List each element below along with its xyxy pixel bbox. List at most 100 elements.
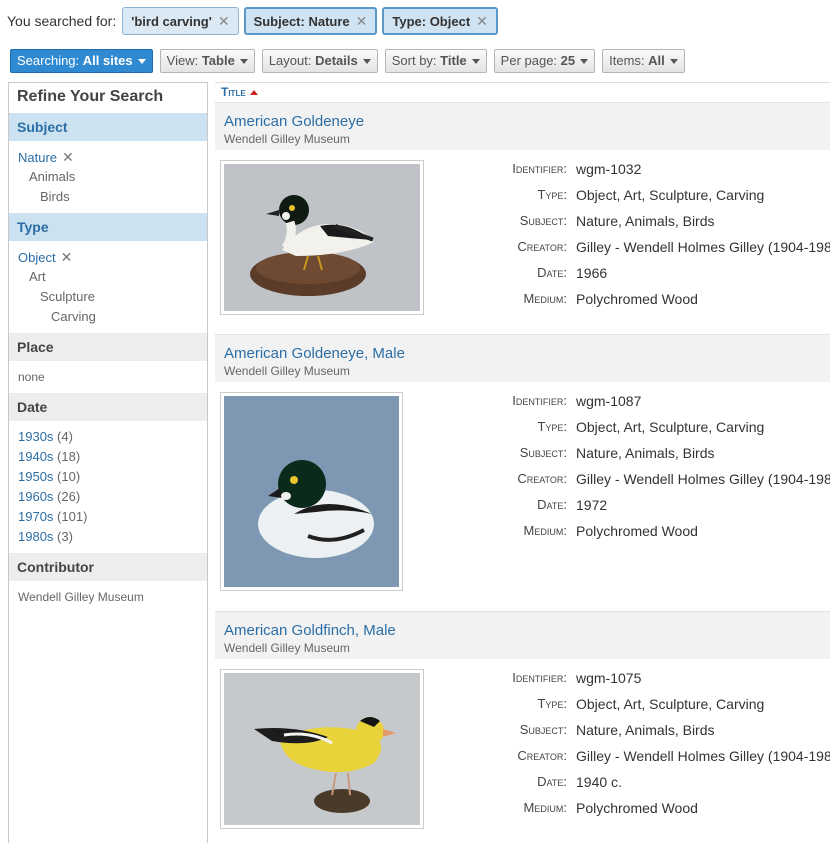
field-label: Date: — [537, 265, 567, 280]
result-row: American Goldfinch, Male Wendell Gilley … — [215, 611, 830, 831]
field-medium: Polychromed Wood — [576, 291, 698, 307]
chip-subject[interactable]: Subject: Nature ✕ — [243, 7, 378, 35]
facet-contributor-heading: Contributor — [9, 553, 207, 581]
facet-place-value: none — [18, 370, 45, 384]
sort-dropdown[interactable]: Sort by: Title — [384, 49, 487, 73]
facet-type-child[interactable]: Carving — [18, 307, 207, 327]
facet-subject-child[interactable]: Animals — [18, 167, 207, 187]
close-icon[interactable]: ✕ — [218, 13, 230, 30]
dropdown-prefix: Searching: — [17, 53, 80, 68]
field-subject: Nature, Animals, Birds — [576, 445, 715, 461]
dropdown-prefix: View: — [166, 53, 199, 68]
result-header: American Goldfinch, Male Wendell Gilley … — [215, 611, 830, 659]
facet-count: (4) — [57, 429, 73, 444]
searching-dropdown[interactable]: Searching: All sites — [10, 49, 153, 73]
facet-date-item[interactable]: 1970s (101) — [18, 507, 207, 527]
field-identifier: wgm-1075 — [576, 670, 642, 686]
close-icon[interactable]: ✕ — [476, 13, 488, 30]
facet-date-item[interactable]: 1950s (10) — [18, 467, 207, 487]
caret-down-icon — [580, 59, 589, 65]
facet-subject-child[interactable]: Birds — [18, 187, 207, 207]
result-thumbnail[interactable] — [220, 160, 424, 315]
field-creator: Gilley - Wendell Holmes Gilley (1904-198… — [576, 471, 830, 487]
result-title-link[interactable]: American Goldeneye — [224, 103, 830, 131]
per-page-dropdown[interactable]: Per page: 25 — [493, 49, 596, 73]
title-column-header[interactable]: Title — [215, 82, 830, 103]
facet-link-label: 1940s — [18, 449, 54, 464]
field-label: Identifier: — [512, 393, 567, 408]
field-label: Date: — [537, 774, 567, 789]
result-source: Wendell Gilley Museum — [224, 641, 350, 655]
facet-type: Object ✕ Art Sculpture Carving — [9, 241, 207, 333]
facet-date-item[interactable]: 1980s (3) — [18, 527, 207, 547]
close-icon[interactable]: ✕ — [356, 13, 368, 30]
facet-date-heading: Date — [9, 393, 207, 421]
dropdown-value: 25 — [560, 53, 576, 68]
facet-contributor: Wendell Gilley Museum — [9, 581, 207, 613]
goldeneye-carving-photo — [224, 164, 420, 311]
goldeneye-male-carving-photo — [224, 396, 399, 587]
facet-link-label: 1980s — [18, 529, 54, 544]
field-medium: Polychromed Wood — [576, 523, 698, 539]
field-identifier: wgm-1032 — [576, 161, 642, 177]
facet-count: (18) — [57, 449, 81, 464]
result-thumbnail[interactable] — [220, 392, 403, 591]
results-toolbar: Searching: All sites View: Table Layout:… — [10, 49, 692, 73]
caret-down-icon — [471, 59, 480, 65]
facet-link-label: 1960s — [18, 489, 54, 504]
result-metadata: Identifier: wgm-1032 Type: Object, Art, Sc… — [485, 160, 830, 316]
dropdown-prefix: Layout: — [268, 53, 312, 68]
result-source: Wendell Gilley Museum — [224, 364, 350, 378]
facet-place-heading: Place — [9, 333, 207, 361]
field-label: Type: — [537, 419, 567, 434]
view-dropdown[interactable]: View: Table — [159, 49, 255, 73]
result-header: American Goldeneye Wendell Gilley Museum — [215, 102, 830, 150]
facet-date-item[interactable]: 1940s (18) — [18, 447, 207, 467]
facet-date-item[interactable]: 1960s (26) — [18, 487, 207, 507]
sidebar-title: Refine Your Search — [17, 88, 164, 105]
column-header-label: Title — [221, 85, 246, 99]
goldfinch-carving-photo — [224, 673, 420, 825]
facet-subject-heading: Subject — [9, 113, 207, 141]
facet-count: (3) — [57, 529, 73, 544]
search-label: You searched for: — [7, 13, 117, 29]
close-icon[interactable]: ✕ — [61, 249, 73, 265]
facet-type-child[interactable]: Art — [18, 267, 207, 287]
field-label: Subject: — [519, 722, 567, 737]
field-label: Creator: — [517, 748, 567, 763]
facet-type-selected[interactable]: Object ✕ — [18, 247, 207, 267]
field-date: 1966 — [576, 265, 608, 281]
close-icon[interactable]: ✕ — [62, 149, 74, 165]
field-date: 1972 — [576, 497, 608, 513]
result-thumbnail[interactable] — [220, 669, 424, 829]
search-summary: You searched for: 'bird carving' ✕ Subje… — [7, 6, 503, 36]
layout-dropdown[interactable]: Layout: Details — [261, 49, 378, 73]
facet-date-item[interactable]: 1930s (4) — [18, 427, 207, 447]
field-label: Date: — [537, 497, 567, 512]
field-creator: Gilley - Wendell Holmes Gilley (1904-198… — [576, 239, 830, 255]
facet-contributor-value[interactable]: Wendell Gilley Museum — [18, 587, 207, 607]
dropdown-prefix: Per page: — [500, 53, 558, 68]
facet-link-label: 1970s — [18, 509, 54, 524]
facet-type-child[interactable]: Sculpture — [18, 287, 207, 307]
chip-type[interactable]: Type: Object ✕ — [382, 7, 498, 35]
field-label: Subject: — [519, 445, 567, 460]
field-label: Identifier: — [512, 161, 567, 176]
field-medium: Polychromed Wood — [576, 800, 698, 816]
chip-subject-label: Subject: Nature — [253, 13, 350, 29]
dropdown-prefix: Sort by: — [391, 53, 437, 68]
result-title-link[interactable]: American Goldfinch, Male — [224, 612, 830, 640]
field-label: Type: — [537, 696, 567, 711]
chip-type-label: Type: Object — [392, 13, 471, 29]
result-title-link[interactable]: American Goldeneye, Male — [224, 335, 830, 363]
items-dropdown[interactable]: Items: All — [602, 49, 685, 73]
caret-down-icon — [239, 59, 248, 65]
facet-subject-selected[interactable]: Nature ✕ — [18, 147, 207, 167]
result-metadata: Identifier: wgm-1087 Type: Object, Art, Sc… — [485, 392, 830, 548]
result-row: American Goldeneye Wendell Gilley Museum — [215, 102, 830, 334]
chip-keyword[interactable]: 'bird carving' ✕ — [122, 7, 239, 35]
field-subject: Nature, Animals, Birds — [576, 722, 715, 738]
dropdown-value: Table — [201, 53, 235, 68]
refine-sidebar: Refine Your Search Subject Nature ✕ Anima… — [8, 82, 208, 843]
field-type: Object, Art, Sculpture, Carving — [576, 187, 765, 203]
